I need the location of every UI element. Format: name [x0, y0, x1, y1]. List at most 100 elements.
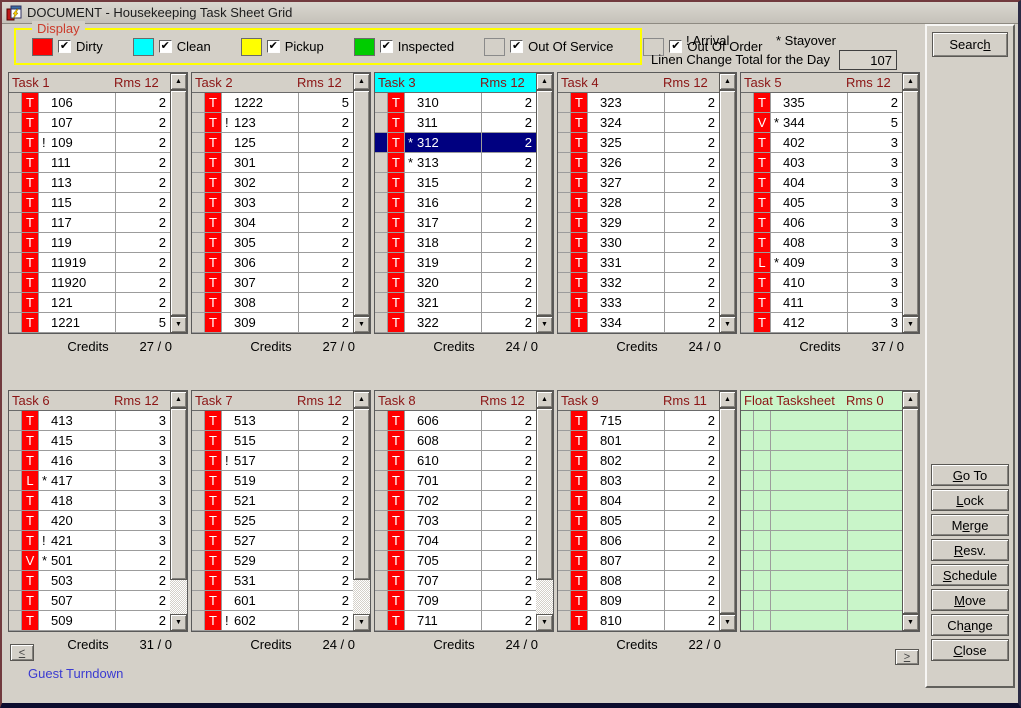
- room-row[interactable]: T3332: [558, 293, 719, 313]
- room-row[interactable]: T!5172: [192, 451, 353, 471]
- resv-button[interactable]: Resv.: [931, 539, 1009, 561]
- checkbox-dirty[interactable]: ✔: [58, 40, 71, 53]
- room-row[interactable]: T3172: [375, 213, 536, 233]
- scrollbar-thumb[interactable]: [170, 408, 187, 580]
- room-row[interactable]: T3302: [558, 233, 719, 253]
- room-row[interactable]: T7072: [375, 571, 536, 591]
- room-row[interactable]: T4163: [9, 451, 170, 471]
- room-row[interactable]: T1152: [9, 193, 170, 213]
- scrollbar-thumb[interactable]: [536, 408, 553, 580]
- room-row[interactable]: T1112: [9, 153, 170, 173]
- room-row[interactable]: [741, 471, 902, 491]
- room-row[interactable]: T5292: [192, 551, 353, 571]
- room-row[interactable]: [741, 551, 902, 571]
- room-row[interactable]: T7112: [375, 611, 536, 631]
- room-row[interactable]: T7092: [375, 591, 536, 611]
- room-row[interactable]: T!4213: [9, 531, 170, 551]
- room-row[interactable]: T8072: [558, 551, 719, 571]
- room-row[interactable]: [741, 571, 902, 591]
- scroll-down-icon[interactable]: ▼: [170, 316, 187, 333]
- page-next-button[interactable]: >: [895, 649, 919, 665]
- room-row[interactable]: T5192: [192, 471, 353, 491]
- room-row[interactable]: T5032: [9, 571, 170, 591]
- scroll-down-icon[interactable]: ▼: [902, 316, 919, 333]
- room-row[interactable]: T119192: [9, 253, 170, 273]
- scrollbar-thumb[interactable]: [353, 408, 370, 580]
- checkbox-clean[interactable]: ✔: [159, 40, 172, 53]
- go-to-button[interactable]: Go To: [931, 464, 1009, 486]
- vertical-scrollbar[interactable]: ▲▼: [353, 391, 370, 631]
- scrollbar-track[interactable]: [170, 580, 187, 614]
- scrollbar-track[interactable]: [536, 580, 553, 614]
- scroll-up-icon[interactable]: ▲: [353, 73, 370, 90]
- merge-button[interactable]: Merge: [931, 514, 1009, 536]
- room-row[interactable]: T1062: [9, 93, 170, 113]
- room-row[interactable]: [741, 531, 902, 551]
- room-row[interactable]: L*4173: [9, 471, 170, 491]
- close-button[interactable]: Close: [931, 639, 1009, 661]
- room-row[interactable]: T8102: [558, 611, 719, 631]
- room-row[interactable]: V*3445: [741, 113, 902, 133]
- room-row[interactable]: T4103: [741, 273, 902, 293]
- scroll-up-icon[interactable]: ▲: [170, 391, 187, 408]
- room-row[interactable]: T8062: [558, 531, 719, 551]
- room-row[interactable]: T3262: [558, 153, 719, 173]
- room-row[interactable]: T12225: [192, 93, 353, 113]
- room-row[interactable]: T3272: [558, 173, 719, 193]
- room-row[interactable]: T3352: [741, 93, 902, 113]
- room-row[interactable]: T5272: [192, 531, 353, 551]
- room-row[interactable]: T3152: [375, 173, 536, 193]
- room-row[interactable]: T3072: [192, 273, 353, 293]
- vertical-scrollbar[interactable]: ▲▼: [353, 73, 370, 333]
- scroll-down-icon[interactable]: ▼: [902, 614, 919, 631]
- scroll-down-icon[interactable]: ▼: [719, 614, 736, 631]
- room-row[interactable]: T!6022: [192, 611, 353, 631]
- vertical-scrollbar[interactable]: ▲▼: [902, 391, 919, 631]
- scroll-up-icon[interactable]: ▲: [353, 391, 370, 408]
- room-row[interactable]: T1172: [9, 213, 170, 233]
- room-row[interactable]: T6012: [192, 591, 353, 611]
- scroll-up-icon[interactable]: ▲: [719, 391, 736, 408]
- room-row[interactable]: T4083: [741, 233, 902, 253]
- room-row[interactable]: T5212: [192, 491, 353, 511]
- vertical-scrollbar[interactable]: ▲▼: [902, 73, 919, 333]
- room-row[interactable]: T3252: [558, 133, 719, 153]
- room-row[interactable]: T12215: [9, 313, 170, 333]
- room-row[interactable]: T6102: [375, 451, 536, 471]
- room-row[interactable]: T3062: [192, 253, 353, 273]
- checkbox-pickup[interactable]: ✔: [267, 40, 280, 53]
- guest-turndown-link[interactable]: Guest Turndown: [28, 666, 123, 681]
- room-row[interactable]: T5252: [192, 511, 353, 531]
- scrollbar-thumb[interactable]: [902, 90, 919, 316]
- room-row[interactable]: T4153: [9, 431, 170, 451]
- schedule-button[interactable]: Schedule: [931, 564, 1009, 586]
- scroll-down-icon[interactable]: ▼: [719, 316, 736, 333]
- room-row[interactable]: T8082: [558, 571, 719, 591]
- room-row[interactable]: [741, 411, 902, 431]
- scroll-up-icon[interactable]: ▲: [719, 73, 736, 90]
- room-row[interactable]: T6082: [375, 431, 536, 451]
- checkbox-out-of-service[interactable]: ✔: [510, 40, 523, 53]
- vertical-scrollbar[interactable]: ▲▼: [719, 391, 736, 631]
- scrollbar-thumb[interactable]: [353, 90, 370, 316]
- room-row[interactable]: T3032: [192, 193, 353, 213]
- scroll-up-icon[interactable]: ▲: [902, 73, 919, 90]
- room-row[interactable]: T8032: [558, 471, 719, 491]
- room-row[interactable]: T8052: [558, 511, 719, 531]
- room-row[interactable]: T7012: [375, 471, 536, 491]
- room-row[interactable]: T3212: [375, 293, 536, 313]
- room-row[interactable]: T4053: [741, 193, 902, 213]
- room-row[interactable]: T3282: [558, 193, 719, 213]
- vertical-scrollbar[interactable]: ▲▼: [170, 73, 187, 333]
- room-row[interactable]: T3202: [375, 273, 536, 293]
- scroll-down-icon[interactable]: ▼: [536, 614, 553, 631]
- vertical-scrollbar[interactable]: ▲▼: [170, 391, 187, 631]
- room-row[interactable]: T7042: [375, 531, 536, 551]
- room-row[interactable]: T3112: [375, 113, 536, 133]
- scroll-down-icon[interactable]: ▼: [170, 614, 187, 631]
- room-row[interactable]: T4043: [741, 173, 902, 193]
- room-row[interactable]: T3052: [192, 233, 353, 253]
- scrollbar-thumb[interactable]: [536, 90, 553, 316]
- room-row[interactable]: T119202: [9, 273, 170, 293]
- room-row[interactable]: T4023: [741, 133, 902, 153]
